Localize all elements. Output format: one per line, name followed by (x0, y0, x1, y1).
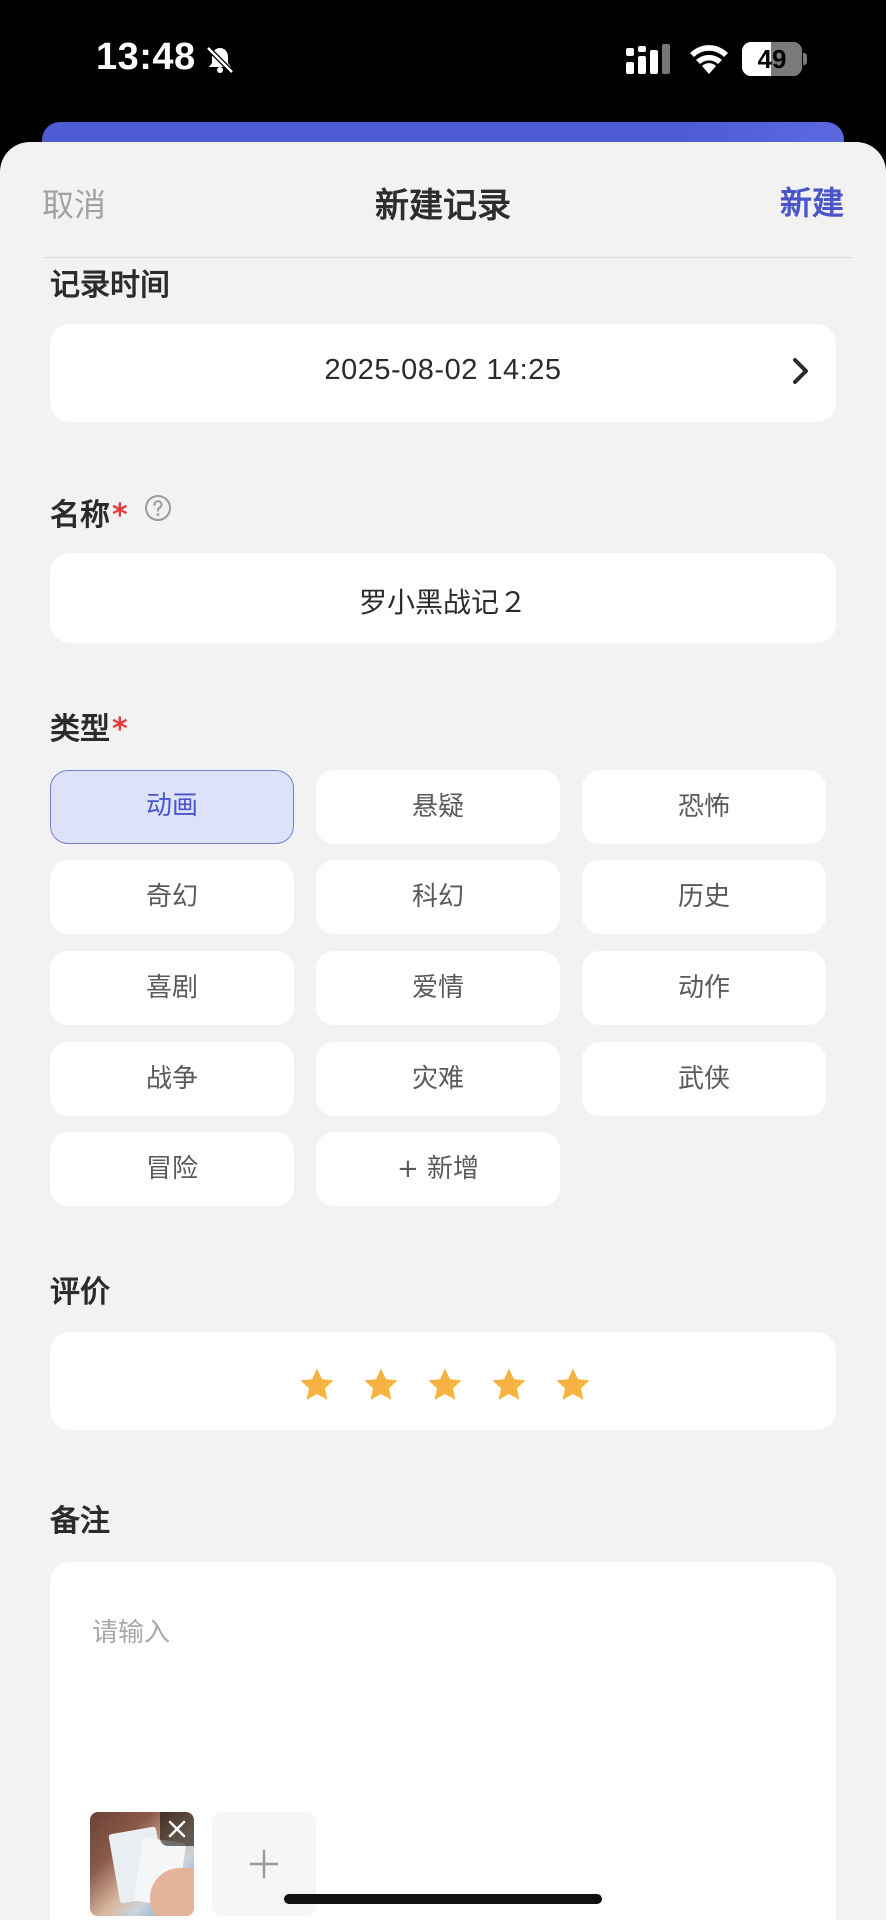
remove-photo-icon[interactable] (160, 1812, 194, 1846)
required-mark: * (112, 712, 128, 747)
name-field[interactable]: 罗小黑战记２ (50, 553, 836, 643)
home-indicator (284, 1894, 602, 1904)
name-label: 名称* (50, 490, 128, 534)
help-icon[interactable] (144, 494, 172, 522)
battery-level: 49 (757, 44, 787, 74)
star-icon[interactable] (554, 1366, 592, 1404)
rating-label: 评价 (50, 1275, 110, 1310)
type-chip-history[interactable]: 历史 (582, 860, 826, 934)
record-time-value: 2025-08-02 14:25 (324, 354, 562, 386)
battery-icon: 49 (742, 42, 808, 76)
type-label-text: 类型 (50, 712, 110, 747)
type-chip-scifi[interactable]: 科幻 (316, 860, 560, 934)
type-chip-romance[interactable]: 爱情 (316, 951, 560, 1025)
new-record-sheet: 取消 新建记录 新建 记录时间 2025-08-02 14:25 名称* 罗小黑… (0, 142, 886, 1920)
type-chip-adventure[interactable]: 冒险 (50, 1132, 294, 1206)
type-chip-fantasy[interactable]: 奇幻 (50, 860, 294, 934)
name-label-text: 名称 (50, 498, 110, 533)
star-icon[interactable] (426, 1366, 464, 1404)
wifi-icon (690, 45, 728, 74)
attached-photo-thumbnail[interactable] (90, 1812, 194, 1916)
star-icon[interactable] (298, 1366, 336, 1404)
create-button[interactable]: 新建 (780, 178, 844, 224)
type-chip-wuxia[interactable]: 武侠 (582, 1042, 826, 1116)
cancel-button[interactable]: 取消 (42, 180, 106, 226)
star-icon[interactable] (362, 1366, 400, 1404)
note-field[interactable]: 请输入 (50, 1562, 836, 1920)
type-label: 类型* (50, 704, 128, 748)
add-type-button[interactable]: + 新增 (316, 1132, 560, 1206)
type-chip-action[interactable]: 动作 (582, 951, 826, 1025)
type-chip-horror[interactable]: 恐怖 (582, 770, 826, 844)
type-chip-comedy[interactable]: 喜剧 (50, 951, 294, 1025)
note-label: 备注 (50, 1504, 110, 1539)
record-time-picker[interactable]: 2025-08-02 14:25 (50, 324, 836, 422)
record-time-label: 记录时间 (50, 268, 170, 303)
status-bar: 13:48 49 (0, 0, 886, 120)
nav-bar: 取消 新建记录 新建 (0, 142, 886, 258)
status-time: 13:48 (96, 36, 196, 78)
bell-muted-icon (206, 46, 234, 74)
type-chip-disaster[interactable]: 灾难 (316, 1042, 560, 1116)
type-chip-war[interactable]: 战争 (50, 1042, 294, 1116)
required-mark: * (112, 498, 128, 533)
type-chip-mystery[interactable]: 悬疑 (316, 770, 560, 844)
chevron-right-icon (793, 358, 808, 384)
rating-card (50, 1332, 836, 1430)
page-title: 新建记录 (375, 186, 511, 226)
cellular-signal-icon (626, 44, 670, 74)
plus-icon (249, 1849, 279, 1879)
note-placeholder: 请输入 (92, 1618, 171, 1648)
star-icon[interactable] (490, 1366, 528, 1404)
nav-divider (42, 257, 854, 258)
type-chip-animation[interactable]: 动画 (50, 770, 294, 844)
name-input-value: 罗小黑战记２ (358, 586, 527, 619)
